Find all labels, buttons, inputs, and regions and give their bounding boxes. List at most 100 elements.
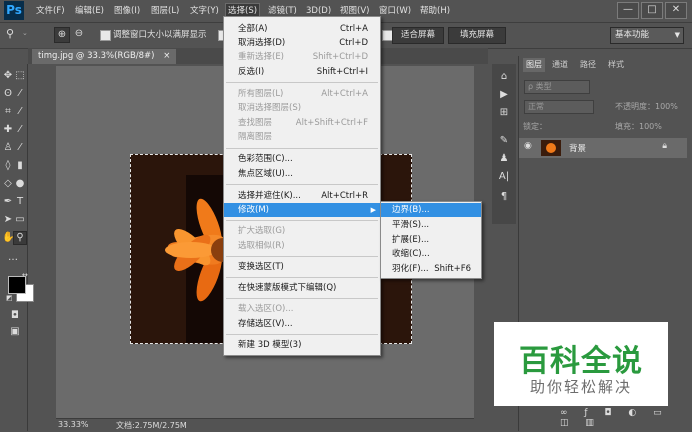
move-tool-icon[interactable]: ✥ [2,70,14,82]
brush-tool-icon[interactable]: ⁄ [14,124,26,136]
paragraph-icon[interactable]: ¶ [497,190,511,204]
menu-item-reselect[interactable]: 重新选择(E) Shift+Ctrl+D [224,50,380,64]
watermark: 百科全说 助你轻松解决 [494,322,668,406]
maximize-button[interactable]: □ [641,2,663,19]
menu-item-color-range[interactable]: 色彩范围(C)... [224,152,380,166]
properties-icon[interactable]: ⊞ [497,106,511,120]
tab-paths[interactable]: 路径 [577,58,599,72]
menu-layer[interactable]: 图层(L) [149,4,181,19]
kind-filter-select[interactable]: ρ 类型 [524,80,590,94]
menu-file[interactable]: 文件(F) [34,4,67,19]
resize-windows-checkbox[interactable] [100,30,111,41]
clone-stamp-icon[interactable]: ♙ [2,142,14,154]
shape-tool-icon[interactable]: ▭ [14,214,26,226]
menu-item-select-and-mask[interactable]: 选择并遮住(K)... Alt+Ctrl+R [224,189,380,203]
blend-mode-select[interactable]: 正常 [524,100,594,114]
tools-panel: ✥ ⬚ ʘ ⁄ ⌗ ⁄ ✚ ⁄ ♙ ⁄ ◊ ▮ ◇ ● ✒ T ➤ ▭ ✋ ⚲ … [0,64,34,431]
menu-item-deselect[interactable]: 取消选择(D) Ctrl+D [224,36,380,50]
menu-separator [226,220,378,221]
minimize-button[interactable]: — [617,2,639,19]
marquee-tool-icon[interactable]: ⬚ [14,70,26,82]
magic-wand-tool-icon[interactable]: ⁄ [14,88,26,100]
brush-settings-icon[interactable]: ✎ [497,134,511,148]
menu-item-save-selection[interactable]: 存储选区(V)... [224,317,380,331]
zoom-out-icon[interactable]: ⊖ [72,27,86,41]
submenu-item-expand[interactable]: 扩展(E)... [381,233,481,247]
zoom-level[interactable]: 33.33% [58,420,89,429]
crop-tool-icon[interactable]: ⌗ [2,106,14,118]
menu-item-modify[interactable]: 修改(M) ▶ [224,203,380,217]
menu-separator [226,82,378,83]
healing-brush-icon[interactable]: ✚ [2,124,14,136]
zoom-in-icon[interactable]: ⊕ [54,27,70,43]
layers-panel-footer-icons[interactable]: ∞ ƒ ◘ ◐ ▭ ◫ ▥ [560,408,680,428]
swap-colors-icon[interactable]: ↔ [22,271,30,279]
menu-item-load-selection[interactable]: 载入选区(O)... [224,302,380,316]
tab-styles[interactable]: 样式 [605,58,627,72]
fit-screen-button[interactable]: 适合屏幕 [392,27,444,44]
dodge-tool-icon[interactable]: ● [14,178,26,190]
screen-mode-icon[interactable]: ▣ [9,326,21,338]
layer-row[interactable]: ◉ 背景 🔒︎ [519,138,687,158]
photoshop-logo: Ps [4,1,24,20]
menu-image[interactable]: 图像(I) [112,4,142,19]
gradient-tool-icon[interactable]: ▮ [14,160,26,172]
menu-item-all[interactable]: 全部(A) Ctrl+A [224,22,380,36]
eraser-tool-icon[interactable]: ◊ [2,160,14,172]
actions-play-icon[interactable]: ▶ [497,88,511,102]
menu-separator [226,277,378,278]
menu-item-grow[interactable]: 扩大选取(G) [224,224,380,238]
document-info: 文档:2.75M/2.75M [116,421,187,430]
tab-layers[interactable]: 图层 [523,58,545,72]
history-brush-icon[interactable]: ⁄ [14,142,26,154]
type-tool-icon[interactable]: T [14,196,26,208]
menu-item-all-layers[interactable]: 所有图层(L) Alt+Ctrl+A [224,87,380,101]
lasso-tool-icon[interactable]: ʘ [2,88,14,100]
tab-close-icon[interactable]: × [163,51,170,61]
menu-item-new-3d-extrusion[interactable]: 新建 3D 模型(3) [224,338,380,352]
menu-separator [226,334,378,335]
menu-edit[interactable]: 编辑(E) [73,4,106,19]
menu-item-isolate-layers[interactable]: 隔离图层 [224,130,380,144]
blur-tool-icon[interactable]: ◇ [2,178,14,190]
character-icon[interactable]: A| [497,170,511,184]
path-selection-icon[interactable]: ➤ [2,214,14,226]
workspace-select[interactable]: 基本功能 ▼ [610,27,684,44]
chevron-down-icon: ▼ [674,31,680,39]
pen-tool-icon[interactable]: ✒ [2,196,14,208]
menu-item-quick-mask[interactable]: 在快速蒙版模式下编辑(Q) [224,281,380,295]
submenu-item-contract[interactable]: 收缩(C)... [381,247,481,261]
menu-item-deselect-layers[interactable]: 取消选择图层(S) [224,101,380,115]
menu-help[interactable]: 帮助(H) [418,4,452,19]
tab-channels[interactable]: 通道 [549,58,571,72]
submenu-item-feather[interactable]: 羽化(F)... Shift+F6 [381,262,481,276]
default-colors-icon[interactable]: ◩ [6,294,14,302]
panel-dock: ⌂ ▶ ⊞ ✎ ♟ A| ¶ [492,64,516,224]
lock-icon: 🔒︎ [662,141,667,151]
close-button[interactable]: ✕ [665,2,687,19]
quick-mask-icon[interactable]: ◘ [9,310,21,322]
chevron-down-icon[interactable]: ⌄ [22,29,30,39]
visibility-eye-icon[interactable]: ◉ [524,141,532,151]
submenu-item-smooth[interactable]: 平滑(S)... [381,218,481,232]
fill-field[interactable]: 填充：100% [615,120,662,134]
submenu-item-border[interactable]: 边界(B)... [381,203,481,217]
submenu-arrow-icon: ▶ [370,206,376,214]
more-tools-icon[interactable]: … [7,252,19,264]
menu-item-focus-area[interactable]: 焦点区域(U)... [224,167,380,181]
status-bar: 33.33% 文档:2.75M/2.75M [56,418,474,432]
menu-item-inverse[interactable]: 反选(I) Shift+Ctrl+I [224,65,380,79]
zoom-tool-icon[interactable]: ⚲ [13,231,27,245]
menu-type[interactable]: 文字(Y) [188,4,221,19]
menu-item-transform-selection[interactable]: 变换选区(T) [224,260,380,274]
eyedropper-tool-icon[interactable]: ⁄ [14,106,26,118]
menu-item-similar[interactable]: 选取相似(R) [224,239,380,253]
adjust-icon[interactable]: ♟ [497,152,511,166]
document-tab[interactable]: timg.jpg @ 33.3%(RGB/8#) × [32,49,177,64]
menu-window[interactable]: 窗口(W) [377,4,413,19]
opacity-field[interactable]: 不透明度：100% [615,100,678,114]
history-icon[interactable]: ⌂ [497,70,511,84]
zoom-tool-icon[interactable]: ⚲ [6,27,20,41]
fill-screen-button[interactable]: 填充屏幕 [448,27,506,44]
menu-item-find-layers[interactable]: 查找图层 Alt+Shift+Ctrl+F [224,116,380,130]
